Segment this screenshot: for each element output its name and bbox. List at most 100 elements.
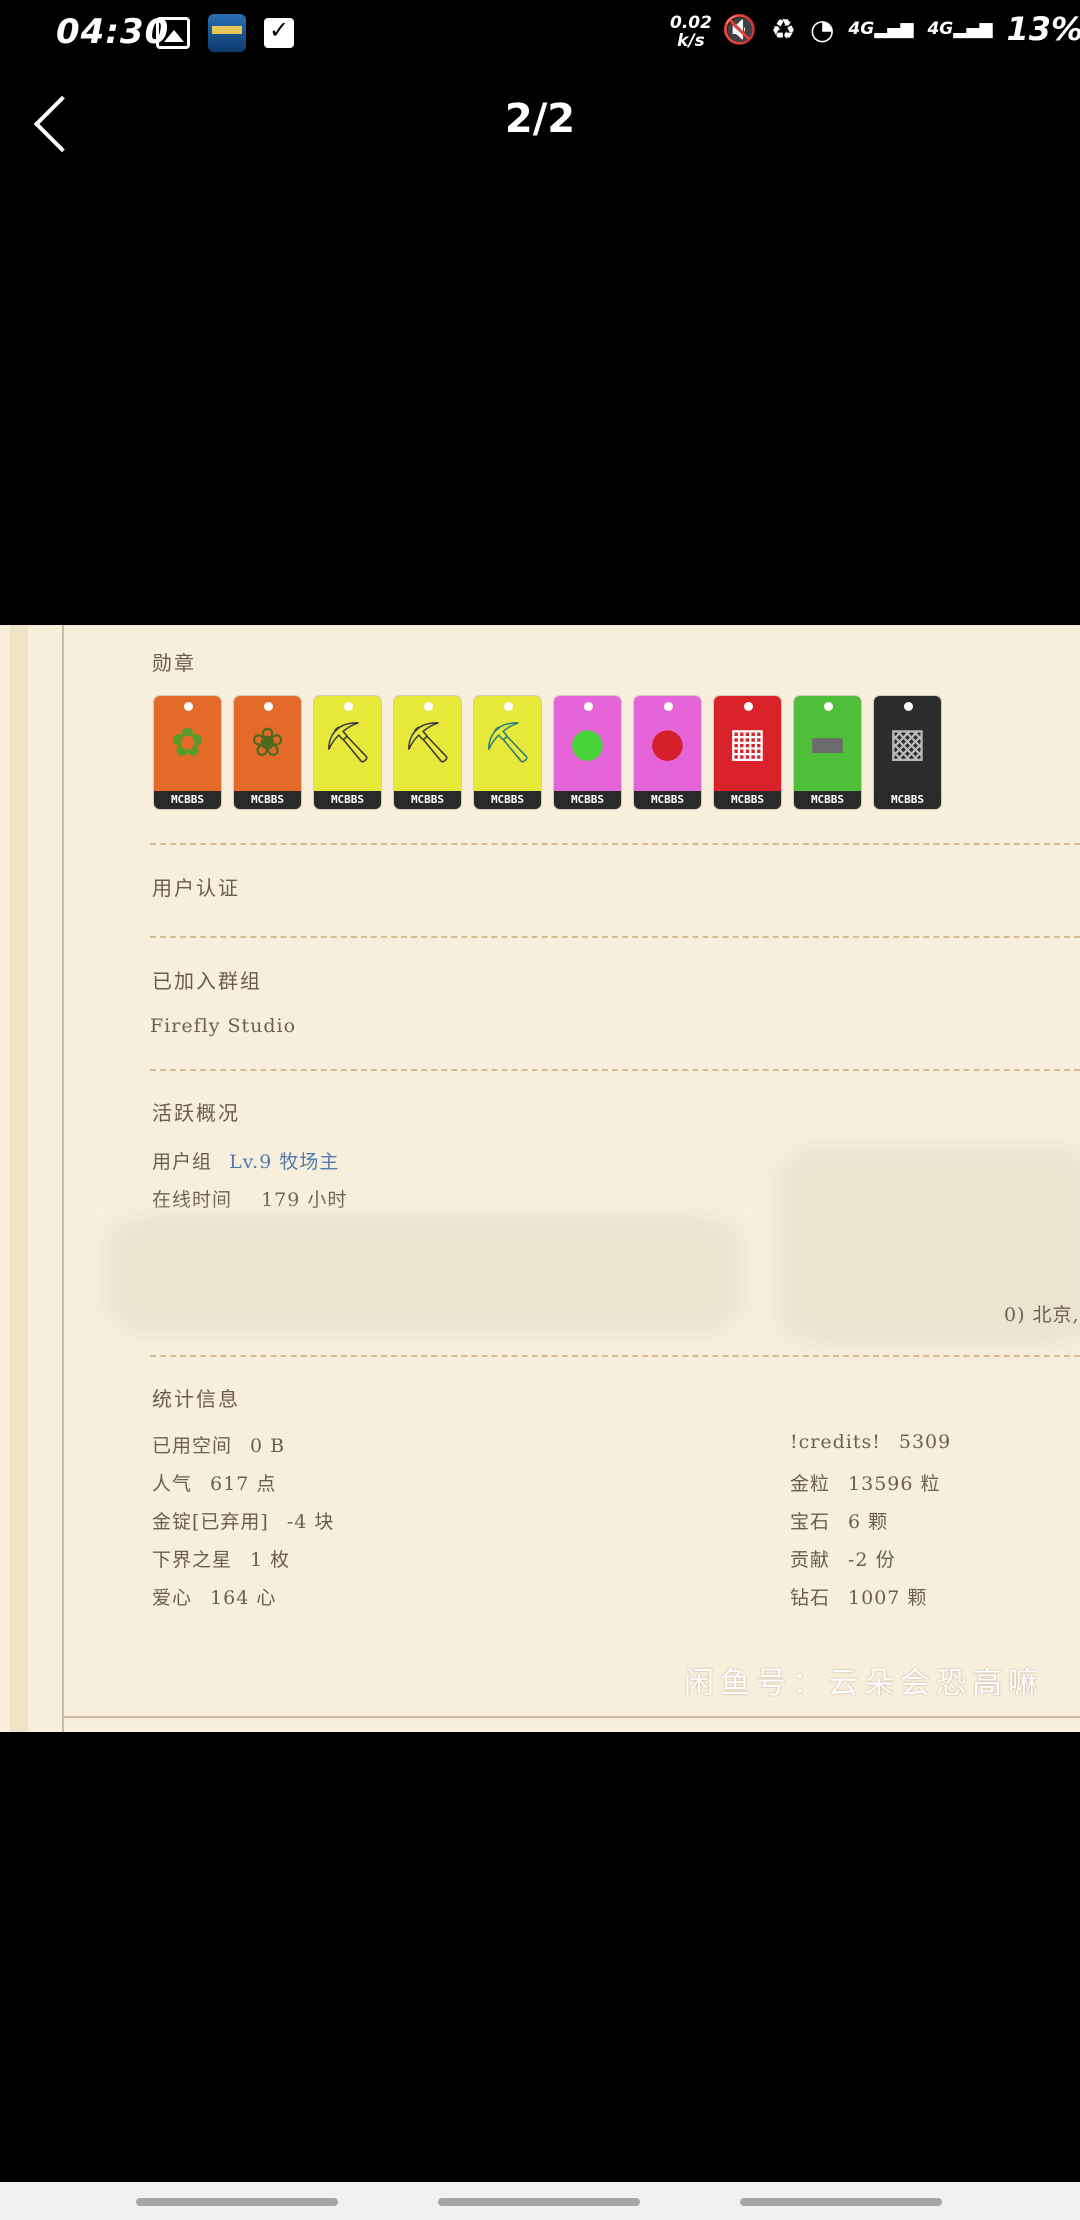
network-type: 4G xyxy=(848,19,875,39)
online-value: 179 小时 xyxy=(261,1189,348,1211)
badge-label: MCBBS xyxy=(794,791,861,809)
status-bar: 04:30 0.02 k/s 🔇 ♻ ◔ 4G▂▄▆ 4G▂▄▆ 13% xyxy=(0,0,1080,64)
stats-title: 统计信息 xyxy=(152,1387,240,1411)
app-icon xyxy=(208,14,246,52)
badge-hole xyxy=(744,702,753,711)
badge-hole xyxy=(904,702,913,711)
badge-hole xyxy=(344,702,353,711)
stat-label: 人气 xyxy=(152,1473,193,1495)
watermark: 闲鱼号：云朵会恐高嘛 xyxy=(684,1666,1044,1701)
net-speed-unit: k/s xyxy=(677,31,705,51)
check-icon xyxy=(264,16,294,48)
stat-row: 下界之星 1 枚 xyxy=(152,1545,290,1572)
stat-label: 钻石 xyxy=(790,1587,831,1609)
badge-hole xyxy=(184,702,193,711)
badge-label: MCBBS xyxy=(874,791,941,809)
stat-row: 贡献 -2 份 xyxy=(790,1545,896,1572)
nav-recents-pill[interactable] xyxy=(136,2198,338,2206)
online-time-row: 在线时间 179 小时 xyxy=(152,1185,347,1212)
stat-row: 金锭[已弃用] -4 块 xyxy=(152,1507,334,1534)
user-group-value[interactable]: Lv.9 牧场主 xyxy=(229,1151,339,1173)
badge-hole xyxy=(264,702,273,711)
badge-label: MCBBS xyxy=(554,791,621,809)
stat-row: !credits! 5309 xyxy=(790,1431,951,1453)
badge-pickaxe[interactable]: ⛏ MCBBS xyxy=(314,696,381,809)
badge-hole xyxy=(584,702,593,711)
badges-row: ✿ MCBBS ❀ MCBBS ⛏ MCBBS ⛏ MCBBS ⛏ MCBBS ● MCBBS ● MCB… xyxy=(154,696,941,809)
badge-window[interactable]: ▦ MCBBS xyxy=(714,696,781,809)
badge-label: MCBBS xyxy=(634,791,701,809)
bush-icon: ❀ xyxy=(250,720,285,766)
nav-home-pill[interactable] xyxy=(438,2198,640,2206)
stat-label: 下界之星 xyxy=(152,1549,233,1571)
gesture-nav-bar xyxy=(0,2182,1080,2220)
badge-pickaxe[interactable]: ⛏ MCBBS xyxy=(394,696,461,809)
minecart-icon: ▬ xyxy=(808,720,847,766)
net-speed: 0.02 k/s xyxy=(670,14,712,50)
pickaxe-icon: ⛏ xyxy=(322,720,373,766)
location-suffix: 0) 北京, xyxy=(1004,1304,1080,1326)
badge-label: MCBBS xyxy=(474,791,541,809)
stat-value: 617 点 xyxy=(210,1473,277,1495)
user-group-row: 用户组 Lv.9 牧场主 xyxy=(152,1147,339,1174)
stat-label: 宝石 xyxy=(790,1511,831,1533)
profile-image[interactable]: 勋章 ✿ MCBBS ❀ MCBBS ⛏ MCBBS ⛏ MCBBS ⛏ MCBBS ● MCBBS ●… xyxy=(0,625,1080,1732)
divider xyxy=(150,936,1080,938)
pickaxe-icon: ⛏ xyxy=(402,720,453,766)
stat-value: 6 颗 xyxy=(848,1511,889,1533)
signal-icon: 4G▂▄▆ xyxy=(848,19,914,39)
badge-minecart[interactable]: ▬ MCBBS xyxy=(794,696,861,809)
ore-icon: ▩ xyxy=(888,720,927,766)
stat-row: 宝石 6 颗 xyxy=(790,1507,888,1534)
online-label: 在线时间 xyxy=(152,1189,233,1211)
badge-diamond-pickaxe[interactable]: ⛏ MCBBS xyxy=(474,696,541,809)
window-icon: ▦ xyxy=(728,720,767,766)
stat-label: 贡献 xyxy=(790,1549,831,1571)
image-counter: 2/2 xyxy=(504,96,576,142)
left-stripe xyxy=(10,625,28,1732)
stat-row: 人气 617 点 xyxy=(152,1469,276,1496)
badge-red-apple[interactable]: ● MCBBS xyxy=(634,696,701,809)
activity-title: 活跃概况 xyxy=(152,1101,240,1125)
stat-value: 1007 颗 xyxy=(848,1587,928,1609)
status-time: 04:30 xyxy=(56,12,170,52)
stat-value: 5309 xyxy=(898,1431,952,1453)
user-group-label: 用户组 xyxy=(152,1151,213,1173)
green-apple-icon: ● xyxy=(570,720,605,766)
badge-hole xyxy=(824,702,833,711)
badge-label: MCBBS xyxy=(154,791,221,809)
stat-value: 13596 粒 xyxy=(848,1473,941,1495)
stat-label: 爱心 xyxy=(152,1587,193,1609)
stat-label: !credits! xyxy=(790,1431,881,1453)
system-icons: 🔇 ♻ ◔ 4G▂▄▆ 4G▂▄▆ 13% xyxy=(722,10,1080,48)
stat-row: 金粒 13596 粒 xyxy=(790,1469,941,1496)
wifi-icon: ◔ xyxy=(809,12,835,46)
badge-bush[interactable]: ❀ MCBBS xyxy=(234,696,301,809)
stat-label: 已用空间 xyxy=(152,1435,233,1457)
groups-title: 已加入群组 xyxy=(152,969,262,993)
stat-row: 爱心 164 心 xyxy=(152,1583,276,1610)
verification-title: 用户认证 xyxy=(152,876,240,900)
red-apple-icon: ● xyxy=(650,720,685,766)
badge-sprout[interactable]: ✿ MCBBS xyxy=(154,696,221,809)
nav-back-pill[interactable] xyxy=(740,2198,942,2206)
net-speed-value: 0.02 xyxy=(670,13,712,33)
stat-value: 0 B xyxy=(250,1435,286,1457)
notification-icons xyxy=(156,14,294,52)
badge-label: MCBBS xyxy=(314,791,381,809)
battery-percent: 13% xyxy=(1006,10,1080,48)
badge-hole xyxy=(664,702,673,711)
badge-green-apple[interactable]: ● MCBBS xyxy=(554,696,621,809)
badge-ore[interactable]: ▩ MCBBS xyxy=(874,696,941,809)
blurred-region xyxy=(104,1215,744,1335)
image-icon xyxy=(156,17,190,49)
divider xyxy=(150,843,1080,845)
stat-label: 金锭[已弃用] xyxy=(152,1511,269,1533)
badge-label: MCBBS xyxy=(394,791,461,809)
mute-icon: 🔇 xyxy=(722,12,757,46)
stat-value: -2 份 xyxy=(848,1549,896,1571)
group-name[interactable]: Firefly Studio xyxy=(150,1015,296,1037)
stat-value: -4 块 xyxy=(286,1511,335,1533)
stat-value: 164 心 xyxy=(210,1587,277,1609)
badge-hole xyxy=(424,702,433,711)
